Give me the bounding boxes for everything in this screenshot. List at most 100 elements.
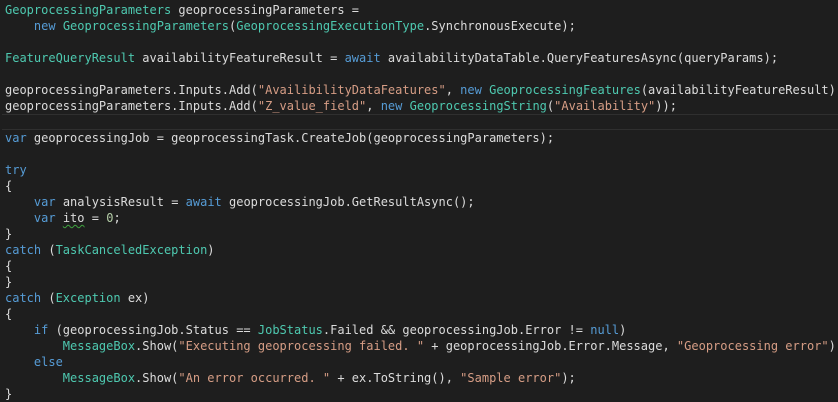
code-keyword: await — [344, 51, 381, 65]
code-string: "An error occurred. " — [178, 371, 331, 385]
code-type: GeoprocessingExecutionType — [236, 19, 425, 33]
code-line[interactable]: FeatureQueryResult availabilityFeatureRe… — [0, 50, 838, 66]
code-line[interactable] — [0, 114, 838, 130]
code-type: MessageBox — [62, 371, 136, 385]
code-type: GeoprocessingParameters — [5, 3, 172, 17]
code-string: "Availability" — [554, 99, 656, 113]
code-text: .Show( — [135, 339, 179, 353]
code-line[interactable]: geoprocessingParameters.Inputs.Add("Z_va… — [0, 98, 838, 114]
code-text: geoprocessingJob = geoprocessingTask.Cre… — [26, 131, 555, 145]
code-line[interactable] — [0, 146, 838, 162]
code-line[interactable]: { — [0, 178, 838, 194]
code-text: availabilityFeatureResult = — [135, 51, 345, 65]
code-text: geoprocessingParameters = — [171, 3, 360, 17]
code-string: "Z_value_field" — [257, 99, 367, 113]
code-text: { — [5, 259, 13, 273]
code-type: JobStatus — [257, 323, 323, 337]
code-line[interactable]: if (geoprocessingJob.Status == JobStatus… — [0, 322, 838, 338]
code-line[interactable]: geoprocessingParameters.Inputs.Add("Avai… — [0, 82, 838, 98]
code-keyword: if — [33, 323, 49, 337]
code-text: ; — [113, 211, 121, 225]
code-keyword: var — [33, 211, 56, 225]
code-text: } — [5, 387, 13, 401]
code-line[interactable] — [0, 66, 838, 82]
code-text: ex) — [120, 291, 150, 305]
code-line[interactable]: var geoprocessingJob = geoprocessingTask… — [0, 130, 838, 146]
code-line[interactable] — [0, 34, 838, 50]
code-keyword: var — [33, 195, 56, 209]
code-text: geoprocessingParameters.Inputs.Add( — [5, 83, 258, 97]
code-text: geoprocessingJob.GetResultAsync(); — [221, 195, 475, 209]
code-text: , — [366, 99, 381, 113]
code-type: Exception — [55, 291, 121, 305]
code-keyword: catch — [5, 243, 42, 257]
code-line[interactable]: new GeoprocessingParameters(Geoprocessin… — [0, 18, 838, 34]
code-line[interactable]: } — [0, 386, 838, 402]
code-type: GeoprocessingFeatures — [489, 83, 641, 97]
code-line[interactable]: catch (Exception ex) — [0, 290, 838, 306]
code-text: = — [84, 211, 107, 225]
code-type: FeatureQueryResult — [5, 51, 136, 65]
code-type: GeoprocessingString — [409, 99, 547, 113]
code-line[interactable]: else — [0, 354, 838, 370]
code-keyword: new — [33, 19, 56, 33]
code-type: GeoprocessingParameters — [62, 19, 229, 33]
code-text: , — [445, 83, 461, 97]
code-text: analysisResult = — [55, 195, 186, 209]
code-text: ) — [619, 323, 627, 337]
code-keyword: new — [460, 83, 482, 97]
code-text: ); — [828, 339, 838, 353]
code-string: "Executing geoprocessing failed. " — [178, 339, 425, 353]
code-text: .Show( — [135, 371, 179, 385]
code-text: availabilityDataTable.QueryFeaturesAsync… — [380, 51, 779, 65]
code-line[interactable]: { — [0, 306, 838, 322]
code-keyword: var — [5, 131, 27, 145]
code-line[interactable]: var analysisResult = await geoprocessing… — [0, 194, 838, 210]
code-keyword: new — [380, 99, 403, 113]
code-keyword: try — [5, 163, 27, 177]
code-text: } — [5, 227, 13, 241]
code-string: "Geoprocessing error" — [676, 339, 829, 353]
code-warning-token: ito — [62, 211, 85, 225]
code-text: ( — [41, 291, 56, 305]
code-text: + geoprocessingJob.Error.Message, — [424, 339, 677, 353]
code-text: )); — [655, 99, 677, 113]
code-text: ) — [207, 243, 215, 257]
code-keyword: else — [33, 355, 63, 369]
code-text: (availabilityFeatureResult)); — [640, 83, 838, 97]
code-string: "AvailibilityDataFeatures" — [257, 83, 446, 97]
code-text: { — [5, 179, 13, 193]
code-string: "Sample error" — [460, 371, 562, 385]
code-text: .SynchronousExecute); — [424, 19, 576, 33]
code-line[interactable]: var ito = 0; — [0, 210, 838, 226]
code-keyword: catch — [5, 291, 42, 305]
code-text: geoprocessingParameters.Inputs.Add( — [5, 99, 258, 113]
code-text: .Failed && geoprocessingJob.Error != — [322, 323, 591, 337]
code-line[interactable]: GeoprocessingParameters geoprocessingPar… — [0, 2, 838, 18]
code-text: + ex.ToString(), — [330, 371, 461, 385]
code-type: MessageBox — [62, 339, 136, 353]
code-text: ( — [41, 243, 56, 257]
code-line[interactable]: { — [0, 258, 838, 274]
code-text: ); — [561, 371, 576, 385]
code-text: } — [5, 275, 13, 289]
code-editor[interactable]: GeoprocessingParameters geoprocessingPar… — [0, 0, 838, 402]
code-line[interactable]: } — [0, 274, 838, 290]
code-line[interactable]: try — [0, 162, 838, 178]
code-line[interactable]: catch (TaskCanceledException) — [0, 242, 838, 258]
code-line[interactable]: } — [0, 226, 838, 242]
code-line[interactable]: MessageBox.Show("An error occurred. " + … — [0, 370, 838, 386]
code-line[interactable]: MessageBox.Show("Executing geoprocessing… — [0, 338, 838, 354]
code-keyword: null — [590, 323, 620, 337]
